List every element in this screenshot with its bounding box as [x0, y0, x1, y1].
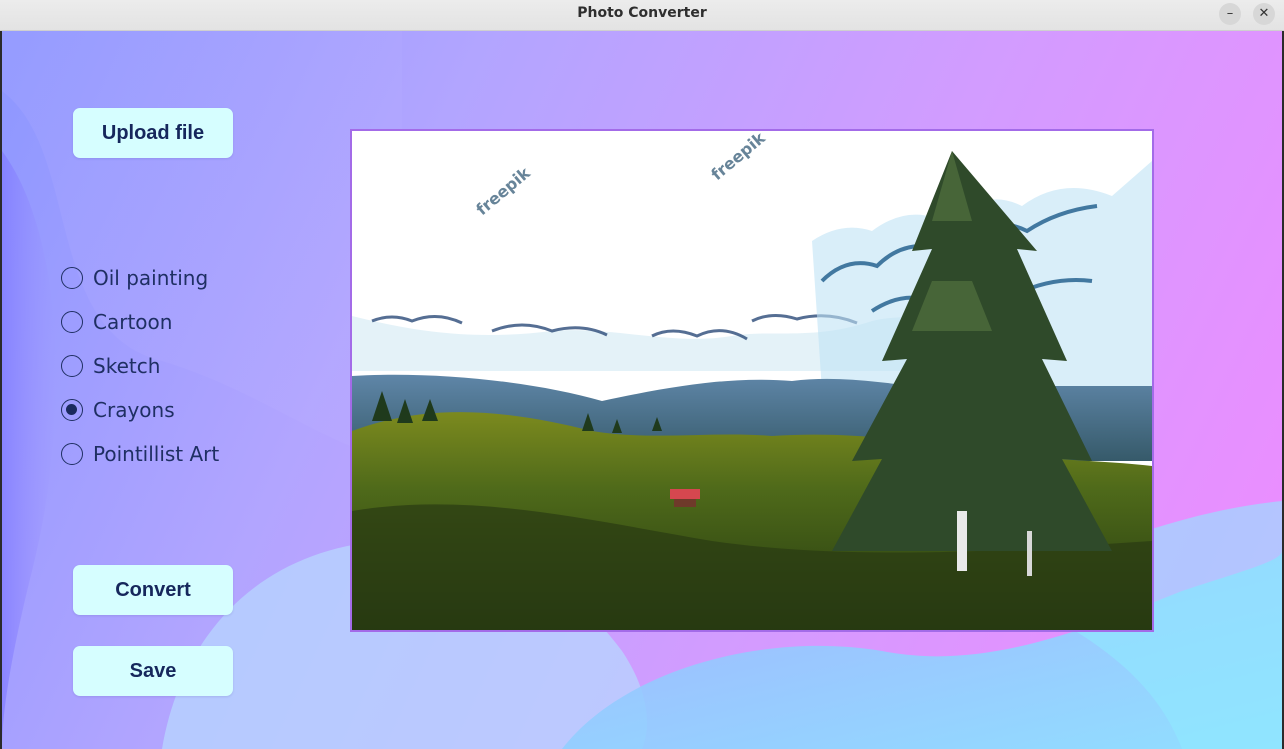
- radio-circle-checked[interactable]: [61, 399, 83, 421]
- convert-button[interactable]: Convert: [73, 565, 233, 615]
- radio-pointillist-art[interactable]: Pointillist Art: [61, 441, 219, 467]
- radio-circle[interactable]: [61, 355, 83, 377]
- image-preview: freepik freepik: [350, 129, 1154, 632]
- close-button[interactable]: ✕: [1253, 3, 1275, 25]
- radio-label: Pointillist Art: [93, 442, 220, 466]
- save-button[interactable]: Save: [73, 646, 233, 696]
- radio-label: Cartoon: [93, 310, 173, 334]
- radio-sketch[interactable]: Sketch: [61, 353, 160, 379]
- app-window: Upload file Oil painting Cartoon Sketch …: [2, 31, 1282, 749]
- window-title: Photo Converter: [577, 5, 707, 21]
- radio-oil-painting[interactable]: Oil painting: [61, 265, 208, 291]
- landscape-image: freepik freepik: [352, 131, 1152, 630]
- title-bar: Photo Converter – ✕: [0, 0, 1284, 31]
- minimize-button[interactable]: –: [1219, 3, 1241, 25]
- radio-label: Crayons: [93, 398, 175, 422]
- radio-cartoon[interactable]: Cartoon: [61, 309, 172, 335]
- radio-circle[interactable]: [61, 311, 83, 333]
- radio-label: Oil painting: [93, 266, 209, 290]
- radio-circle[interactable]: [61, 443, 83, 465]
- radio-label: Sketch: [93, 354, 161, 378]
- upload-file-button[interactable]: Upload file: [73, 108, 233, 158]
- radio-crayons[interactable]: Crayons: [61, 397, 175, 423]
- radio-circle[interactable]: [61, 267, 83, 289]
